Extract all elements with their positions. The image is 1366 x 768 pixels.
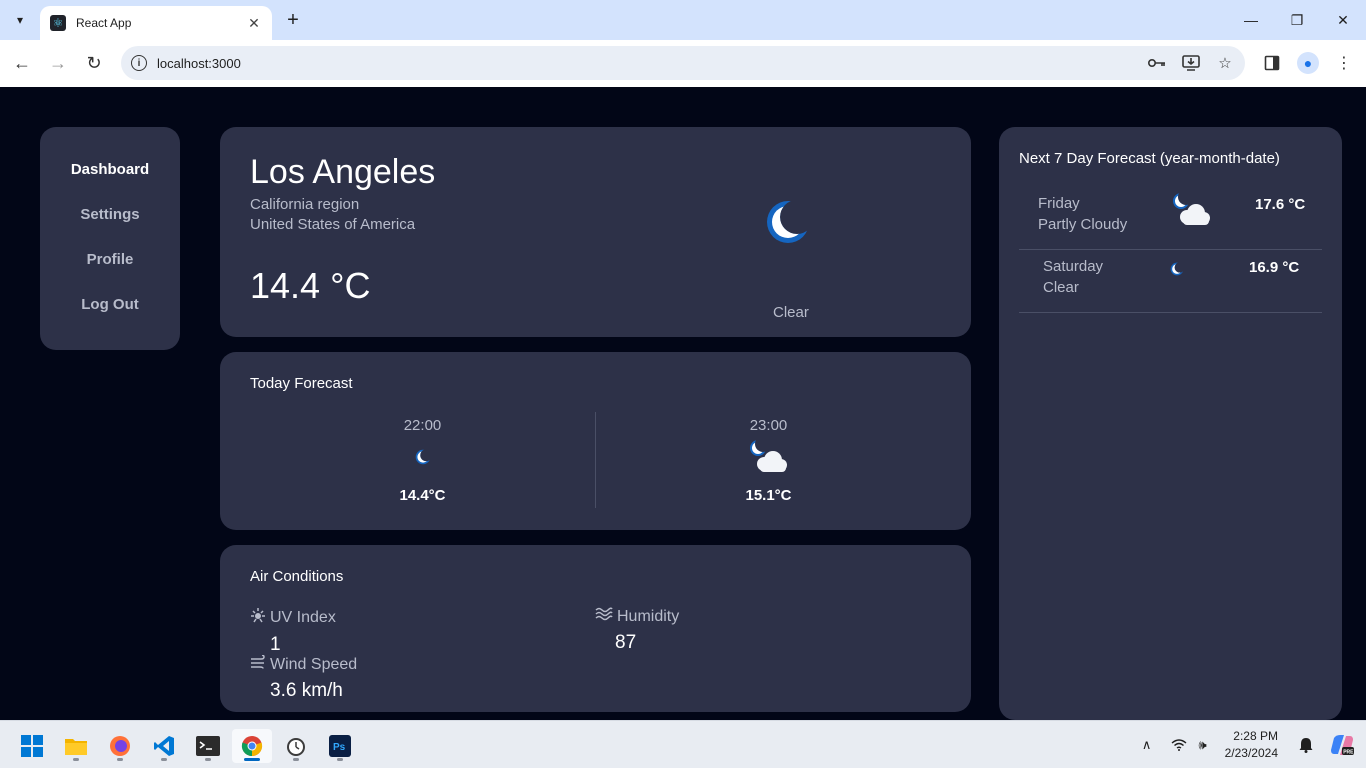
day-name: Friday — [1038, 195, 1080, 212]
moon-icon — [415, 439, 431, 475]
tab-search-icon[interactable]: ▾ — [8, 8, 32, 32]
close-window-icon[interactable]: ✕ — [1320, 0, 1366, 40]
forward-icon[interactable]: → — [46, 51, 70, 75]
hour-temperature: 15.1°C — [745, 487, 792, 504]
humidity-waves-icon — [595, 607, 613, 626]
address-bar[interactable]: i localhost:3000 ☆ — [121, 46, 1245, 80]
vscode-icon[interactable] — [144, 729, 184, 763]
today-forecast-card: Today Forecast 22:00 14.4°C 23:00 15.1°C — [220, 352, 971, 530]
browser-tabstrip: ▾ ⚛ React App ✕ + — ❐ ✕ — [0, 0, 1366, 40]
system-tray: ∧ 🕪 2:28 PM 2/23/2024 PRE — [1135, 721, 1366, 768]
sidebar-item-settings[interactable]: Settings — [80, 206, 139, 224]
chevron-up-icon[interactable]: ∧ — [1135, 733, 1159, 757]
day-name: Saturday — [1043, 258, 1104, 275]
clock-app-icon[interactable] — [276, 729, 316, 763]
wind-speed-value: 3.6 km/h — [270, 680, 343, 701]
taskbar: Ps ∧ 🕪 2:28 PM 2/23/2024 PRE — [0, 720, 1366, 768]
site-info-icon[interactable]: i — [131, 55, 147, 71]
hour-temperature: 14.4°C — [399, 487, 446, 504]
moon-icon — [765, 199, 811, 245]
sidebar-item-logout[interactable]: Log Out — [81, 296, 138, 314]
window-controls: — ❐ ✕ — [1228, 0, 1366, 40]
current-temperature: 14.4 °C — [250, 265, 371, 306]
minimize-icon[interactable]: — — [1228, 0, 1274, 40]
copilot-icon[interactable]: PRE — [1330, 733, 1354, 757]
wind-icon — [250, 654, 266, 674]
partly-cloudy-night-icon — [1171, 192, 1213, 233]
country-name: United States of America — [250, 216, 416, 233]
wind-speed-item: Wind Speed 3.6 km/h — [250, 654, 358, 702]
key-icon[interactable] — [1147, 53, 1167, 73]
profile-icon[interactable]: ● — [1296, 51, 1320, 75]
browser-tab[interactable]: ⚛ React App ✕ — [40, 6, 272, 40]
taskbar-clock[interactable]: 2:28 PM 2/23/2024 — [1225, 728, 1278, 762]
browser-toolbar: ← → ↻ i localhost:3000 ☆ ● ⋮ — [0, 40, 1366, 87]
sidebar: Dashboard Settings Profile Log Out — [40, 127, 180, 350]
url-text[interactable]: localhost:3000 — [157, 56, 241, 71]
moon-icon — [1170, 262, 1184, 281]
region-name: California region — [250, 196, 360, 213]
hour-time: 22:00 — [403, 417, 442, 434]
uv-index-label: UV Index — [270, 608, 336, 626]
wind-speed-label: Wind Speed — [270, 655, 358, 673]
current-weather-card: Los Angeles California region United Sta… — [220, 127, 971, 337]
uv-sun-icon — [250, 607, 266, 628]
install-app-icon[interactable] — [1181, 53, 1201, 73]
terminal-icon[interactable] — [188, 729, 228, 763]
svg-text:Ps: Ps — [333, 742, 346, 753]
clock-date: 2/23/2024 — [1224, 746, 1278, 760]
weekly-forecast-title: Next 7 Day Forecast (year-month-date) — [1019, 150, 1280, 167]
weekly-forecast-card: Next 7 Day Forecast (year-month-date) Fr… — [999, 127, 1342, 720]
day-temperature: 16.9 °C — [1249, 259, 1300, 276]
file-explorer-icon[interactable] — [56, 729, 96, 763]
tab-title: React App — [76, 16, 132, 30]
tab-close-icon[interactable]: ✕ — [246, 15, 262, 32]
air-conditions-title: Air Conditions — [250, 568, 344, 585]
city-name: Los Angeles — [250, 153, 436, 191]
wifi-icon[interactable] — [1167, 733, 1191, 757]
reload-icon[interactable]: ↻ — [82, 51, 106, 75]
day-forecast-row: Friday Partly Cloudy 17.6 °C — [1019, 187, 1322, 250]
day-condition: Clear — [1043, 279, 1079, 296]
day-condition: Partly Cloudy — [1038, 216, 1128, 233]
air-conditions-card: Air Conditions UV Index 1 Humidity 87 Wi… — [220, 545, 971, 712]
sidebar-item-profile[interactable]: Profile — [87, 251, 134, 269]
hour-time: 23:00 — [749, 417, 788, 434]
uv-index-item: UV Index 1 — [250, 607, 336, 656]
volume-icon[interactable]: 🕪 — [1191, 733, 1215, 757]
windows-start-icon[interactable] — [12, 729, 52, 763]
day-temperature: 17.6 °C — [1255, 196, 1306, 213]
svg-text:PRE: PRE — [1343, 749, 1354, 755]
firefox-icon[interactable] — [100, 729, 140, 763]
side-panel-icon[interactable] — [1260, 51, 1284, 75]
react-favicon-icon: ⚛ — [50, 15, 66, 31]
humidity-value: 87 — [615, 632, 637, 653]
bookmark-star-icon[interactable]: ☆ — [1215, 53, 1235, 73]
new-tab-icon[interactable]: + — [282, 9, 304, 31]
humidity-label: Humidity — [617, 607, 680, 625]
restore-icon[interactable]: ❐ — [1274, 0, 1320, 40]
back-icon[interactable]: ← — [10, 51, 34, 75]
sidebar-item-dashboard[interactable]: Dashboard — [71, 161, 149, 179]
uv-index-value: 1 — [270, 634, 281, 655]
hour-forecast-item: 22:00 14.4°C — [250, 412, 595, 508]
chrome-icon[interactable] — [232, 729, 272, 763]
hour-forecast-item: 23:00 15.1°C — [596, 412, 941, 508]
partly-cloudy-night-icon — [748, 439, 790, 475]
clock-time: 2:28 PM — [1233, 729, 1278, 743]
day-forecast-row: Saturday Clear 16.9 °C — [1019, 250, 1322, 313]
humidity-item: Humidity 87 — [595, 607, 679, 654]
today-forecast-title: Today Forecast — [250, 375, 353, 392]
photoshop-icon[interactable]: Ps — [320, 729, 360, 763]
more-menu-icon[interactable]: ⋮ — [1332, 51, 1356, 75]
notification-bell-icon[interactable] — [1294, 733, 1318, 757]
app-root: Dashboard Settings Profile Log Out Los A… — [0, 87, 1366, 720]
current-condition: Clear — [773, 304, 809, 321]
